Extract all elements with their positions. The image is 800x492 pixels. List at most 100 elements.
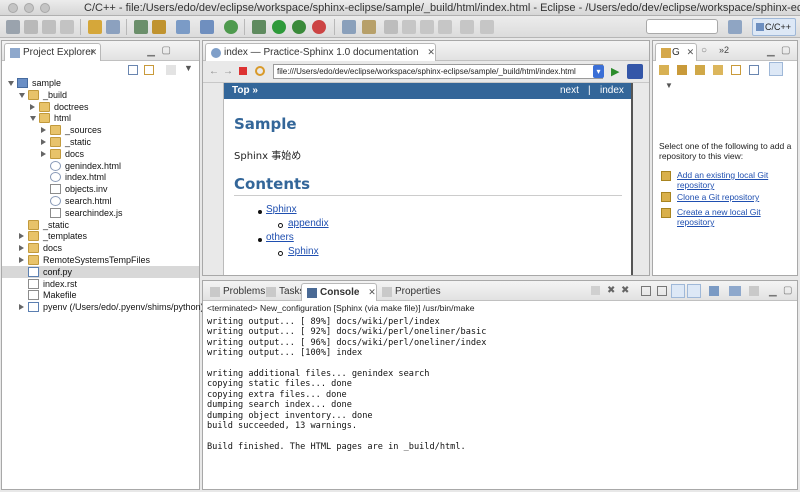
chevron-down-icon[interactable]: [30, 116, 36, 122]
tree-item[interactable]: pyenv (/Users/edo/.pyenv/shims/python): [2, 301, 204, 313]
open-resource-icon[interactable]: [362, 20, 376, 34]
clone-repo-link[interactable]: Clone a Git repository: [677, 192, 793, 202]
toc-link-sphinx[interactable]: Sphinx: [266, 204, 297, 215]
chevron-right-icon[interactable]: [19, 233, 24, 240]
view-menu-icon[interactable]: [166, 65, 176, 75]
back-icon[interactable]: ←: [209, 66, 219, 77]
chevron-down-icon[interactable]: ▼: [665, 81, 673, 90]
show-stdout-icon[interactable]: [671, 284, 685, 298]
next-annotation-icon[interactable]: [420, 20, 434, 34]
external-tools-icon[interactable]: [312, 20, 326, 34]
tree-item[interactable]: _static: [2, 136, 199, 148]
maximize-icon[interactable]: ▢: [781, 45, 790, 56]
open-type-icon[interactable]: [342, 20, 356, 34]
link-with-editor-icon[interactable]: [144, 65, 154, 75]
refresh-icon[interactable]: [255, 66, 265, 76]
tree-item[interactable]: searchindex.js: [2, 207, 199, 219]
url-input[interactable]: file:///Users/edo/dev/eclipse/workspace/…: [273, 64, 603, 79]
close-icon[interactable]: ✕: [368, 287, 376, 297]
maximize-icon[interactable]: ▢: [783, 285, 792, 296]
search-icon[interactable]: [384, 20, 398, 34]
chevron-down-icon[interactable]: ▼: [184, 63, 193, 73]
open-perspective-icon[interactable]: [728, 20, 742, 34]
minimize-window-button[interactable]: [24, 3, 34, 13]
tree-item[interactable]: docs: [2, 148, 199, 160]
url-history-dropdown[interactable]: ▾: [593, 65, 604, 78]
tree-item[interactable]: _static: [2, 219, 199, 231]
tree-item[interactable]: docs: [2, 242, 199, 254]
nav-top-link[interactable]: Top »: [232, 85, 258, 96]
debug-icon[interactable]: [252, 20, 266, 34]
collapse-all-icon[interactable]: [749, 65, 759, 75]
chevron-right-icon[interactable]: [19, 245, 24, 252]
tree-item[interactable]: index.rst: [2, 278, 199, 290]
run-icon[interactable]: [272, 20, 286, 34]
create-repo-link[interactable]: Create a new local Git repository: [677, 207, 793, 227]
chevron-right-icon[interactable]: [41, 127, 46, 134]
minimize-icon[interactable]: ▁: [767, 46, 775, 57]
tree-item[interactable]: index.html: [2, 171, 199, 183]
filter-icon[interactable]: [769, 62, 783, 76]
new-folder-icon[interactable]: [224, 20, 238, 34]
remove-launch-icon[interactable]: ✖: [607, 285, 615, 296]
search-repo-icon[interactable]: [713, 65, 723, 75]
chevron-down-icon[interactable]: [19, 92, 25, 98]
forward-icon[interactable]: [480, 20, 494, 34]
toc-link-appendix[interactable]: appendix: [288, 218, 329, 229]
debug-config-icon[interactable]: [134, 20, 148, 34]
tab-git-repositories[interactable]: G ✕: [655, 43, 698, 61]
new-class-icon[interactable]: [176, 20, 190, 34]
perspective-button[interactable]: C/C++: [752, 18, 796, 36]
clone-repo-icon[interactable]: [677, 65, 687, 75]
nav-next-link[interactable]: next: [560, 85, 579, 96]
tree-item[interactable]: _templates: [2, 230, 199, 242]
minimize-icon[interactable]: ▁: [147, 46, 155, 57]
tree-item[interactable]: search.html: [2, 195, 199, 207]
tab-console[interactable]: Console ✕: [301, 283, 377, 301]
chevron-right-icon[interactable]: [19, 257, 24, 263]
save-all-icon[interactable]: [42, 20, 56, 34]
save-icon[interactable]: [24, 20, 38, 34]
run-last-icon[interactable]: [292, 20, 306, 34]
tab-properties[interactable]: Properties: [377, 283, 447, 301]
chevron-right-icon[interactable]: [41, 150, 46, 157]
add-existing-repo-link[interactable]: Add an existing local Git repository: [677, 170, 793, 190]
minimize-icon[interactable]: ▁: [769, 286, 777, 297]
tree-item[interactable]: sample: [2, 77, 199, 89]
toc-link-others[interactable]: others: [266, 232, 294, 243]
tree-item[interactable]: RemoteSystemsTempFiles: [2, 254, 199, 266]
chevron-right-icon[interactable]: [41, 139, 46, 145]
zoom-window-button[interactable]: [40, 3, 50, 13]
tree-item[interactable]: conf.py: [2, 265, 199, 278]
console-output[interactable]: writing output... [ 89%] docs/wiki/perl/…: [207, 317, 486, 452]
tree-item[interactable]: genindex.html: [2, 160, 199, 172]
back-icon[interactable]: [460, 20, 474, 34]
tree-item[interactable]: Makefile: [2, 289, 199, 301]
new-icon[interactable]: [6, 20, 20, 34]
toggle-mark-icon[interactable]: [402, 20, 416, 34]
close-window-button[interactable]: [8, 3, 18, 13]
tab-index-html[interactable]: index — Practice-Sphinx 1.0 documentatio…: [205, 43, 436, 61]
close-icon[interactable]: ✕: [90, 47, 98, 58]
nav-index-link[interactable]: index: [600, 85, 624, 96]
print-icon[interactable]: [60, 20, 74, 34]
prev-annotation-icon[interactable]: [438, 20, 452, 34]
tree-item[interactable]: _build: [2, 89, 199, 101]
chevron-down-icon[interactable]: [8, 81, 14, 86]
tree-item[interactable]: doctrees: [2, 101, 199, 113]
link-with-selection-icon[interactable]: [731, 65, 741, 75]
go-icon[interactable]: ▶: [611, 65, 619, 78]
quick-access-input[interactable]: [646, 19, 718, 34]
chevron-right-icon[interactable]: [19, 304, 24, 311]
forward-icon[interactable]: →: [223, 66, 233, 77]
create-repo-icon[interactable]: [695, 65, 705, 75]
maximize-icon[interactable]: ▢: [162, 45, 171, 56]
close-icon[interactable]: ✕: [427, 47, 435, 57]
new-project-icon[interactable]: [152, 20, 166, 34]
scroll-lock-icon[interactable]: [657, 286, 667, 296]
chevron-right-icon[interactable]: [30, 103, 35, 110]
remove-all-icon[interactable]: ✖: [621, 285, 629, 296]
build-icon[interactable]: [88, 20, 102, 34]
pin-console-icon[interactable]: [709, 286, 719, 296]
tree-item[interactable]: html: [2, 112, 199, 124]
